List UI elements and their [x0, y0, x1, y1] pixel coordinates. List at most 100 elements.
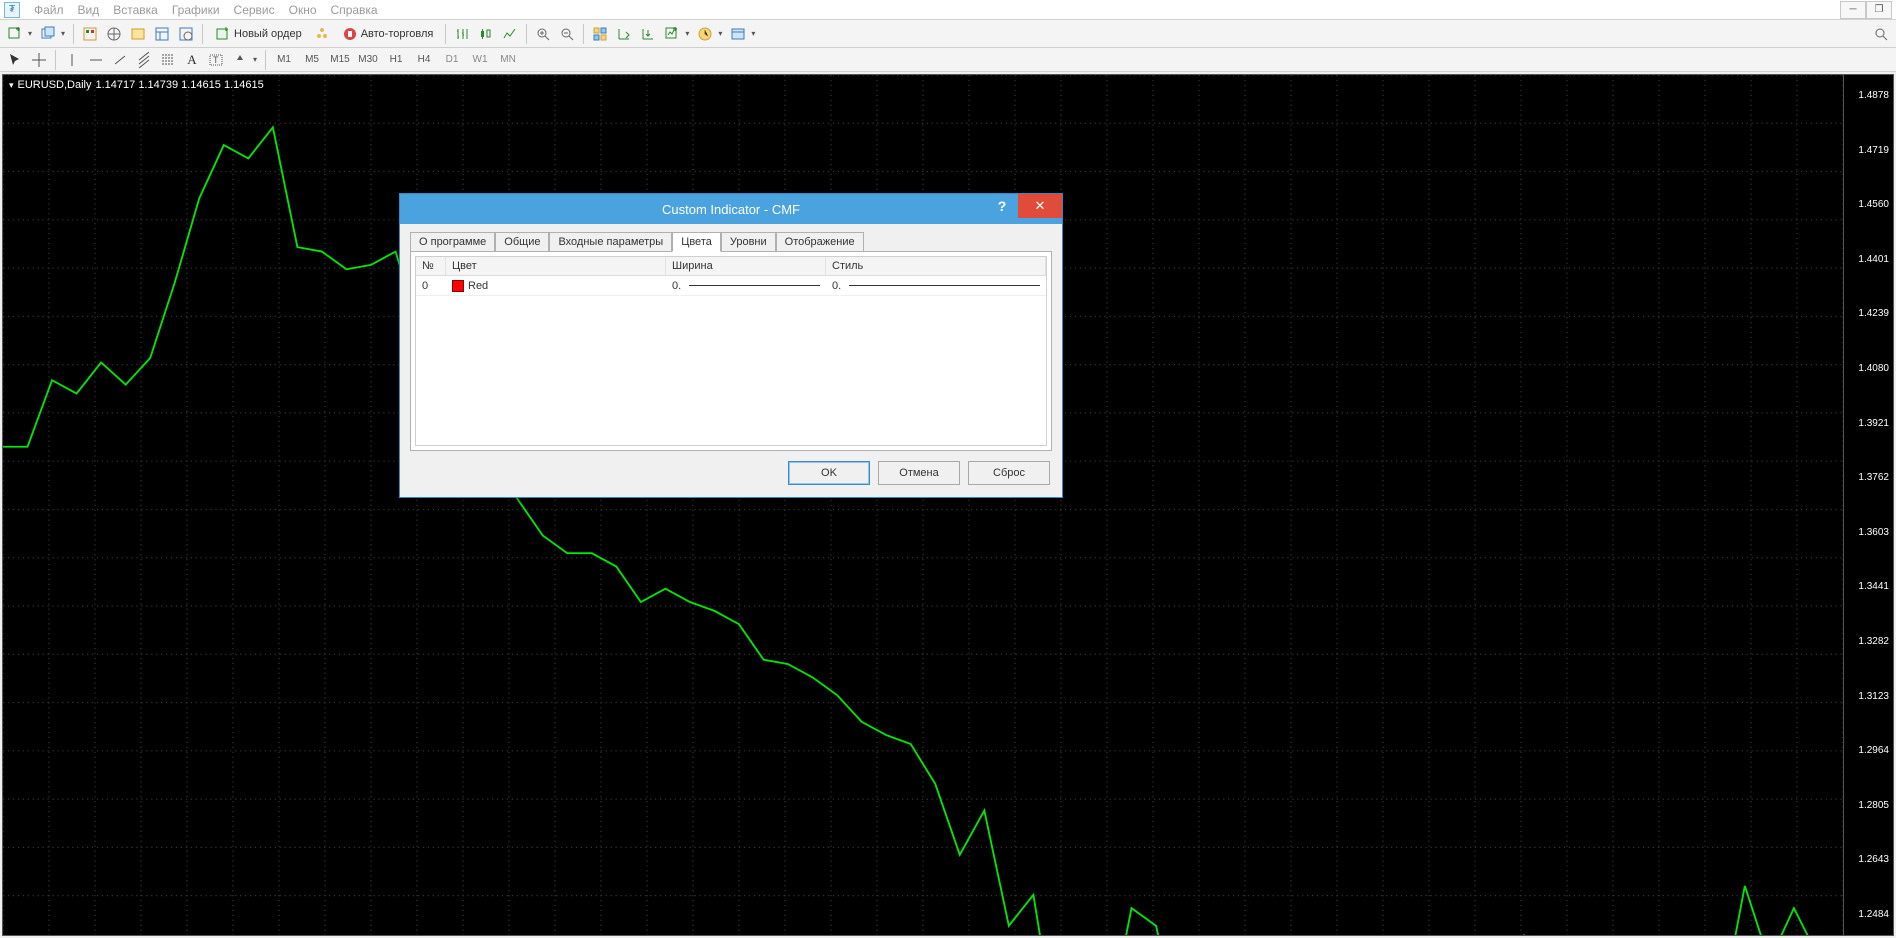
terminal-button[interactable]	[151, 23, 173, 45]
search-button[interactable]	[1870, 23, 1892, 45]
indicator-dialog: Custom Indicator - CMF ? ✕ О программе О…	[399, 193, 1063, 498]
col-header-number[interactable]: №	[416, 257, 446, 275]
new-chart-button[interactable]: ▾	[4, 23, 35, 45]
ok-button[interactable]: OK	[788, 461, 870, 485]
text-label-button[interactable]: T	[205, 49, 227, 71]
periodicity-button[interactable]: ▾	[694, 23, 725, 45]
y-tick: 1.3921	[1848, 418, 1889, 429]
menu-view[interactable]: Вид	[78, 3, 100, 17]
dialog-close-button[interactable]: ✕	[1018, 194, 1062, 218]
metaeditor-button[interactable]	[311, 23, 333, 45]
price-axis: 1.48781.47191.45601.44011.42391.40801.39…	[1843, 75, 1893, 935]
templates-button[interactable]: ▾	[727, 23, 758, 45]
cell-number: 0	[416, 278, 446, 294]
window-minimize-button[interactable]: ─	[1840, 1, 1866, 19]
fibonacci-button[interactable]	[157, 49, 179, 71]
tab-inputs[interactable]: Входные параметры	[549, 232, 672, 252]
reset-button[interactable]: Сброс	[968, 461, 1050, 485]
tf-m30[interactable]: M30	[355, 50, 381, 70]
tf-w1[interactable]: W1	[467, 50, 493, 70]
cancel-button[interactable]: Отмена	[878, 461, 960, 485]
text-button[interactable]: A	[181, 49, 203, 71]
width-value: 0.	[672, 280, 681, 292]
y-tick: 1.2805	[1848, 800, 1889, 811]
col-header-color[interactable]: Цвет	[446, 257, 666, 275]
new-order-button[interactable]: Новый ордер	[208, 23, 309, 45]
tf-h1[interactable]: H1	[383, 50, 409, 70]
auto-scroll-button[interactable]	[613, 23, 635, 45]
tab-colors[interactable]: Цвета	[672, 232, 721, 252]
tab-visualization[interactable]: Отображение	[776, 232, 864, 252]
y-tick: 1.2964	[1848, 745, 1889, 756]
candlestick-button[interactable]	[475, 23, 497, 45]
width-preview	[689, 285, 820, 286]
y-tick: 1.3441	[1848, 581, 1889, 592]
equidistant-channel-button[interactable]	[133, 49, 155, 71]
col-header-style[interactable]: Стиль	[826, 257, 1046, 275]
y-tick: 1.4080	[1848, 363, 1889, 374]
app-icon: ₮	[4, 2, 20, 18]
crosshair-button[interactable]	[28, 49, 50, 71]
color-name: Red	[468, 280, 488, 292]
chart-shift-button[interactable]	[637, 23, 659, 45]
cell-color[interactable]: Red	[446, 278, 666, 294]
market-watch-button[interactable]	[79, 23, 101, 45]
menu-file[interactable]: Файл	[34, 3, 64, 17]
navigator-button[interactable]	[103, 23, 125, 45]
trendline-button[interactable]	[109, 49, 131, 71]
tab-common[interactable]: Общие	[495, 232, 549, 252]
cell-width[interactable]: 0.	[666, 278, 826, 294]
window-restore-button[interactable]: ❐	[1866, 1, 1892, 19]
y-tick: 1.4239	[1848, 308, 1889, 319]
tf-d1[interactable]: D1	[439, 50, 465, 70]
auto-trading-button[interactable]: Авто-торговля	[335, 23, 441, 45]
tab-panel-colors: № Цвет Ширина Стиль 0 Red 0.	[410, 251, 1052, 451]
dialog-titlebar[interactable]: Custom Indicator - CMF ? ✕	[400, 194, 1062, 224]
menu-charts[interactable]: Графики	[172, 3, 220, 17]
bar-chart-button[interactable]	[451, 23, 473, 45]
zoom-out-button[interactable]	[556, 23, 578, 45]
y-tick: 1.3123	[1848, 691, 1889, 702]
profiles-button[interactable]: ▾	[37, 23, 68, 45]
zoom-in-button[interactable]	[532, 23, 554, 45]
vertical-line-button[interactable]	[61, 49, 83, 71]
horizontal-line-button[interactable]	[85, 49, 107, 71]
style-preview	[849, 285, 1040, 286]
dialog-tabs: О программе Общие Входные параметры Цвет…	[410, 232, 1052, 252]
drawing-toolbar: A T ▾ M1 M5 M15 M30 H1 H4 D1 W1 MN	[0, 48, 1896, 72]
y-tick: 1.3762	[1848, 472, 1889, 483]
menu-service[interactable]: Сервис	[234, 3, 275, 17]
y-tick: 1.4719	[1848, 145, 1889, 156]
svg-text:T: T	[213, 55, 219, 65]
y-tick: 1.2643	[1848, 854, 1889, 865]
y-tick: 1.4560	[1848, 199, 1889, 210]
tab-about[interactable]: О программе	[410, 232, 495, 252]
strategy-tester-button[interactable]	[175, 23, 197, 45]
menu-help[interactable]: Справка	[331, 3, 378, 17]
menu-window[interactable]: Окно	[289, 3, 317, 17]
cursor-button[interactable]	[4, 49, 26, 71]
line-chart-button[interactable]	[499, 23, 521, 45]
color-row-0[interactable]: 0 Red 0. 0.	[416, 276, 1046, 296]
arrows-button[interactable]: ▾	[229, 49, 260, 71]
col-header-width[interactable]: Ширина	[666, 257, 826, 275]
menu-bar: ₮ Файл Вид Вставка Графики Сервис Окно С…	[0, 0, 1896, 20]
tf-mn[interactable]: MN	[495, 50, 521, 70]
tile-windows-button[interactable]	[589, 23, 611, 45]
cell-style[interactable]: 0.	[826, 278, 1046, 294]
style-value: 0.	[832, 280, 841, 292]
tab-levels[interactable]: Уровни	[721, 232, 776, 252]
dialog-help-button[interactable]: ?	[986, 194, 1018, 218]
data-window-button[interactable]	[127, 23, 149, 45]
color-swatch-icon	[452, 280, 464, 292]
tf-m5[interactable]: M5	[299, 50, 325, 70]
y-tick: 1.3282	[1848, 636, 1889, 647]
indicators-button[interactable]: ▾	[661, 23, 692, 45]
tf-m1[interactable]: M1	[271, 50, 297, 70]
menu-insert[interactable]: Вставка	[113, 3, 158, 17]
tf-h4[interactable]: H4	[411, 50, 437, 70]
dialog-title: Custom Indicator - CMF	[662, 202, 800, 217]
auto-trading-label: Авто-торговля	[361, 28, 434, 40]
tf-m15[interactable]: M15	[327, 50, 353, 70]
main-toolbar: ▾ ▾ Новый ордер Авто-торговля ▾ ▾ ▾	[0, 20, 1896, 48]
